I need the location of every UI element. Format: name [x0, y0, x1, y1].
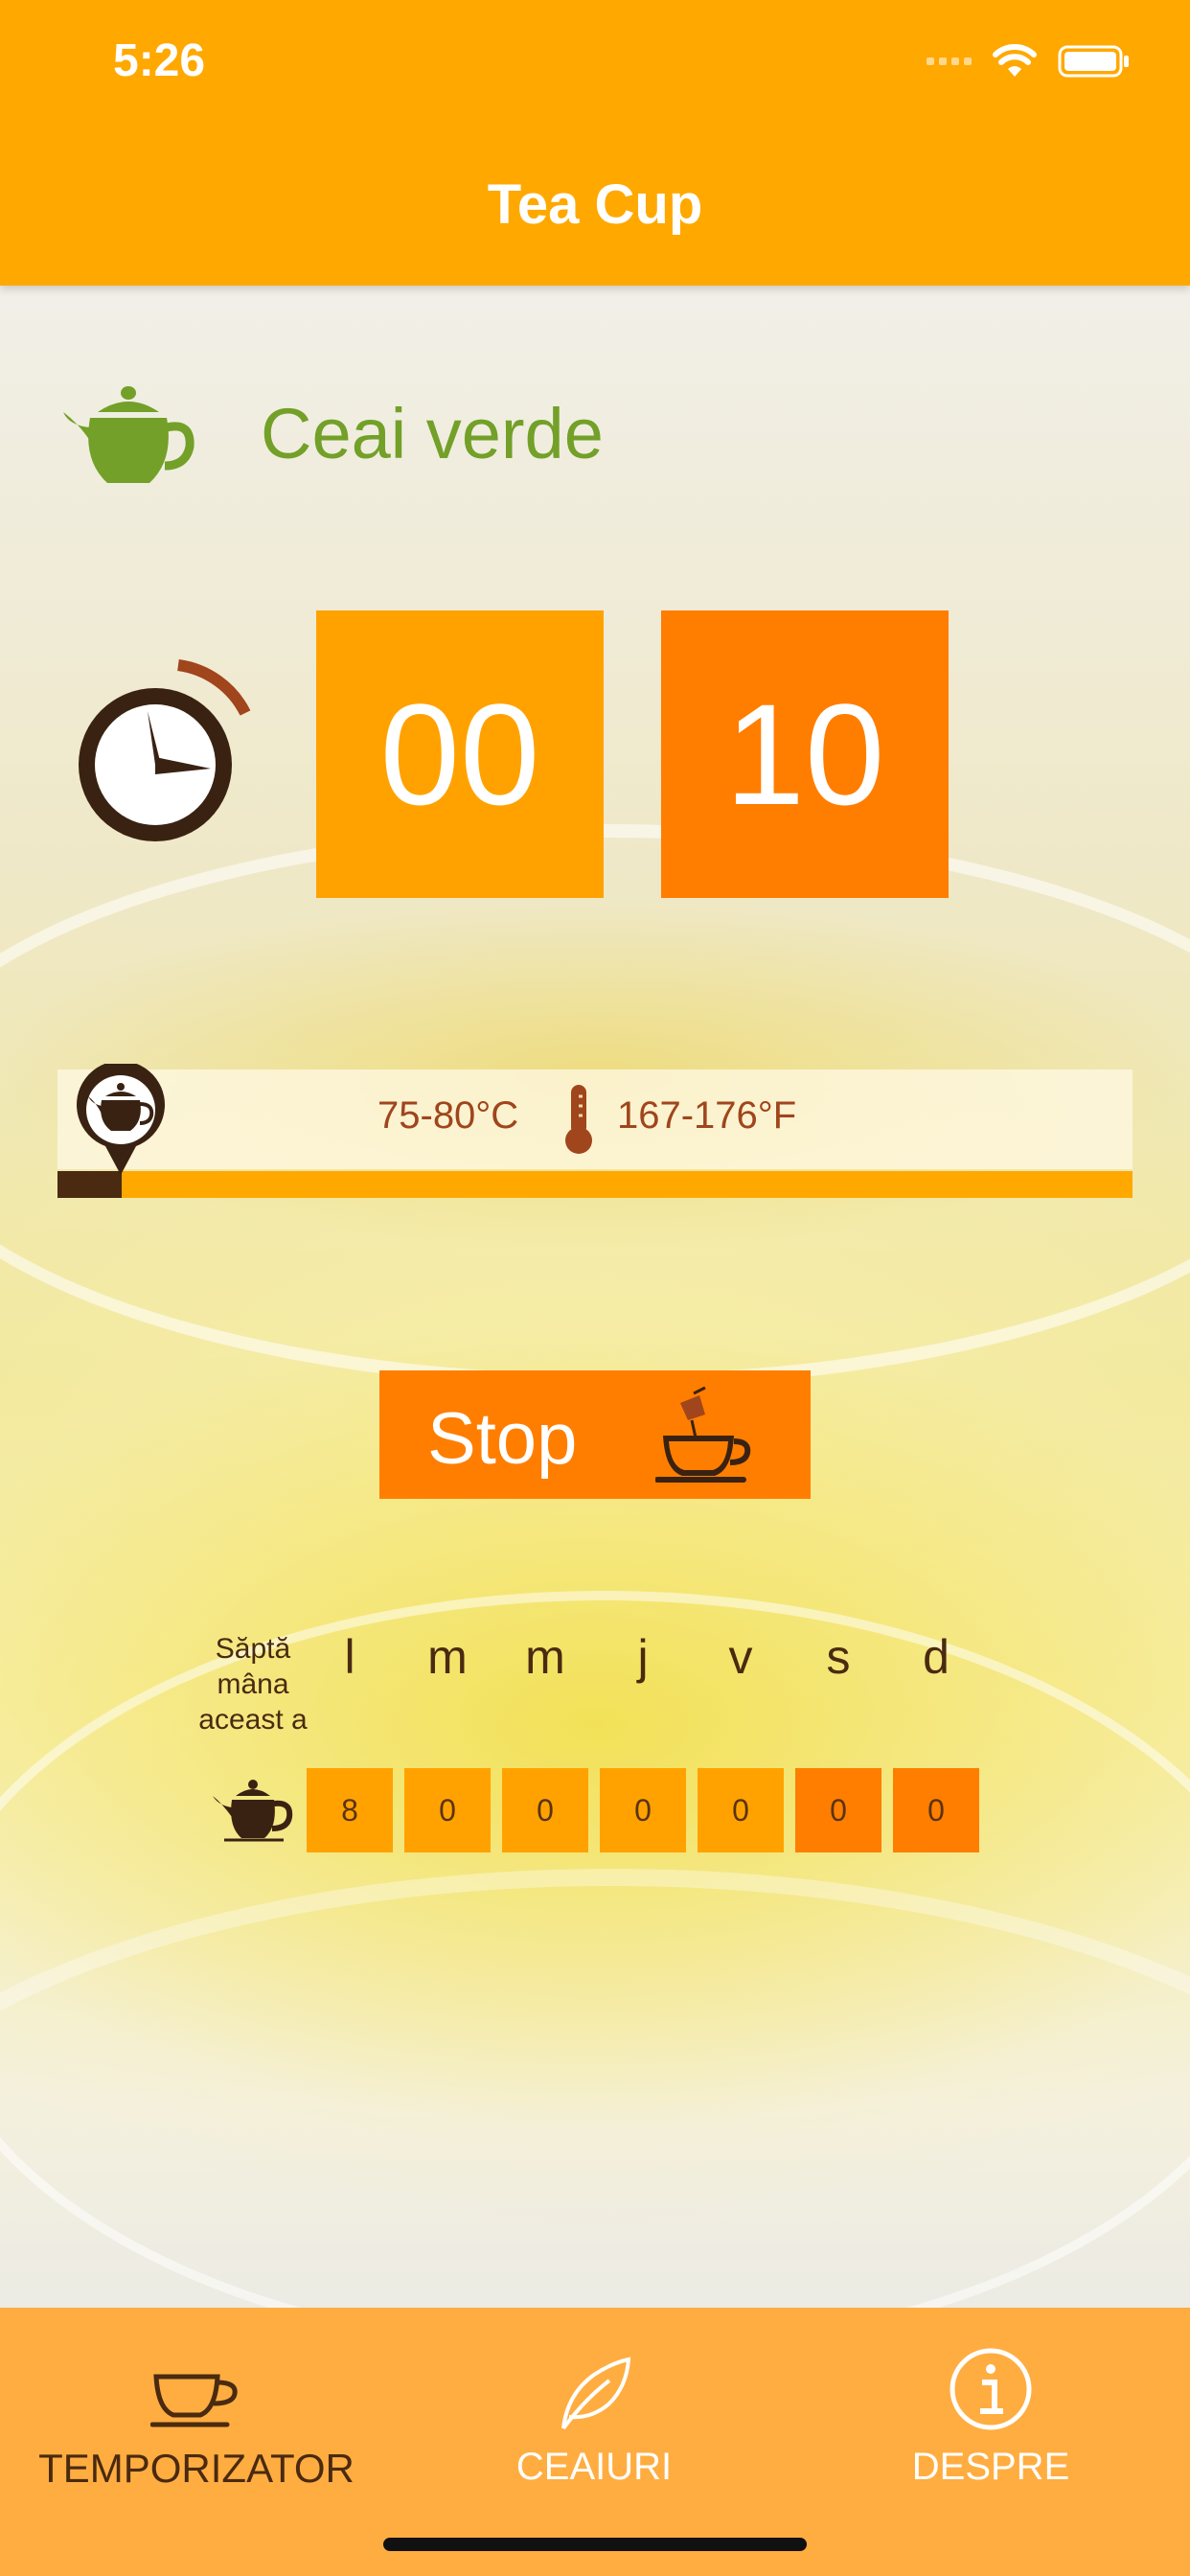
day-count: 0 — [600, 1768, 686, 1852]
day-count: 0 — [893, 1768, 979, 1852]
background-photo — [0, 288, 1190, 2308]
thermometer-icon — [565, 1085, 592, 1154]
stop-button[interactable]: Stop — [379, 1370, 811, 1499]
home-indicator[interactable] — [383, 2538, 807, 2551]
tab-temporizator[interactable]: TEMPORIZATOR — [29, 2308, 364, 2499]
week-label: Săptă mâna aceast a — [198, 1633, 308, 1736]
signal-icon — [927, 58, 972, 65]
teapot-small-icon — [213, 1780, 293, 1842]
brew-progress-bar — [57, 1171, 1133, 1198]
timer-minutes[interactable]: 00 — [316, 610, 604, 898]
day-letter: v — [728, 1630, 753, 1684]
day-letter: l — [344, 1630, 355, 1684]
day-letter: d — [923, 1630, 950, 1684]
status-time: 5:26 — [113, 35, 206, 86]
day-letter: m — [525, 1630, 565, 1684]
tab-label: DESPRE — [911, 2446, 1070, 2488]
wifi-icon — [993, 44, 1037, 77]
teapot-pin-icon — [77, 1064, 165, 1175]
teacup-teabag-icon — [655, 1386, 751, 1483]
tab-despre[interactable]: DESPRE — [847, 2308, 1134, 2499]
day-count: 0 — [502, 1768, 588, 1852]
temperature-fahrenheit: 167-176°F — [617, 1094, 797, 1137]
tab-label: CEAIURI — [515, 2446, 673, 2488]
day-count: 8 — [307, 1768, 393, 1852]
timer-seconds[interactable]: 10 — [661, 610, 949, 898]
day-letter: s — [826, 1630, 851, 1684]
page-title: Tea Cup — [487, 173, 703, 236]
tea-name: Ceai verde — [261, 394, 604, 473]
stopwatch-icon — [79, 659, 251, 841]
day-count: 0 — [795, 1768, 881, 1852]
teacup-icon — [150, 2374, 238, 2427]
navigation-bar: 5:26 Tea Cup — [0, 0, 1190, 286]
teapot-icon — [63, 386, 195, 483]
day-letter: j — [637, 1630, 649, 1684]
day-count: 0 — [698, 1768, 784, 1852]
tab-label: TEMPORIZATOR — [38, 2446, 355, 2491]
leaf-icon — [561, 2357, 631, 2430]
tab-ceaiuri[interactable]: CEAIURI — [450, 2308, 738, 2499]
tab-bar: TEMPORIZATOR CEAIURI DESPRE — [0, 2308, 1190, 2576]
status-icons — [927, 44, 1131, 79]
day-letter: m — [427, 1630, 468, 1684]
info-icon — [950, 2348, 1032, 2430]
battery-icon — [1058, 45, 1129, 78]
day-count: 0 — [404, 1768, 491, 1852]
stop-button-label: Stop — [427, 1398, 578, 1480]
temperature-celsius: 75-80°C — [378, 1094, 519, 1137]
